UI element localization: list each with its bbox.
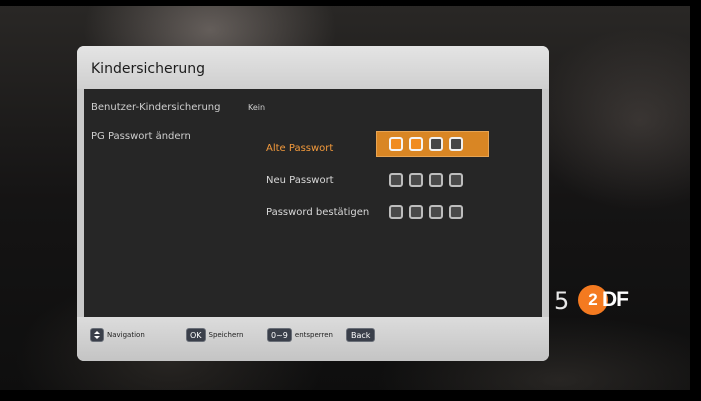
old-password-input[interactable] xyxy=(376,131,489,157)
dialog-header: Kindersicherung xyxy=(77,46,549,89)
password-digit-box xyxy=(409,205,423,219)
password-digit-box xyxy=(409,173,423,187)
letterbox-bottom xyxy=(0,390,701,401)
password-digit-box xyxy=(449,173,463,187)
setting-label-change-password[interactable]: PG Passwort ändern xyxy=(91,131,191,142)
hint-label: Speichern xyxy=(208,331,244,339)
password-digit-box xyxy=(409,137,423,151)
channel-number: 5 xyxy=(554,287,570,315)
letterbox-top xyxy=(0,0,701,6)
hint-label: Navigation xyxy=(107,331,145,339)
digits-key[interactable]: 0~9 xyxy=(267,328,292,342)
parental-control-dialog: Kindersicherung Benutzer-Kindersicherung… xyxy=(77,46,549,361)
hint-back: Back xyxy=(346,328,376,342)
ok-key[interactable]: OK xyxy=(186,328,206,342)
setting-value-user-control[interactable]: Kein xyxy=(248,103,265,112)
confirm-password-input[interactable] xyxy=(389,205,463,219)
new-password-label: Neu Passwort xyxy=(266,175,334,186)
channel-logo: 2 DF xyxy=(578,285,629,315)
back-key[interactable]: Back xyxy=(346,328,376,342)
setting-label-user-control[interactable]: Benutzer-Kindersicherung xyxy=(91,102,221,113)
hint-navigation: Navigation xyxy=(90,328,145,342)
zdf-logo-text: DF xyxy=(602,288,629,311)
password-digit-box xyxy=(389,137,403,151)
password-digit-box xyxy=(389,205,403,219)
password-digit-box xyxy=(429,173,443,187)
password-digit-box xyxy=(449,137,463,151)
password-digit-box xyxy=(429,205,443,219)
hint-label: entsperren xyxy=(294,331,333,339)
dialog-title: Kindersicherung xyxy=(91,61,205,77)
dialog-body: Benutzer-Kindersicherung Kein PG Passwor… xyxy=(84,89,542,317)
old-password-label: Alte Passwort xyxy=(266,143,334,154)
updown-arrows-icon xyxy=(90,328,104,342)
new-password-input[interactable] xyxy=(389,173,463,187)
hint-unlock: 0~9 entsperren xyxy=(267,328,333,342)
password-digit-box xyxy=(389,173,403,187)
letterbox-right xyxy=(690,0,701,401)
confirm-password-label: Password bestätigen xyxy=(266,207,370,218)
hint-save: OK Speichern xyxy=(186,328,243,342)
password-digit-box xyxy=(429,137,443,151)
password-digit-box xyxy=(449,205,463,219)
